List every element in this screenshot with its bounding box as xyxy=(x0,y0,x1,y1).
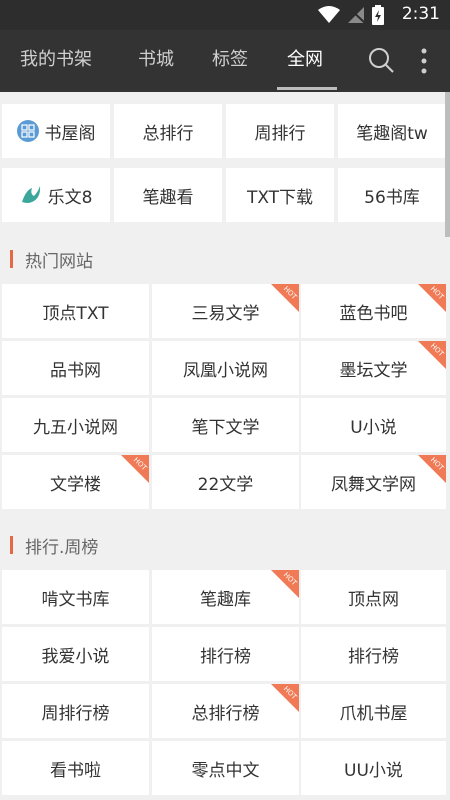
site-label: 顶点网 xyxy=(348,589,399,610)
tab-bookshelf[interactable]: 我的书架 xyxy=(20,30,92,92)
site-cell[interactable]: 排行榜 xyxy=(301,627,446,681)
site-cell[interactable]: 笔下文学 xyxy=(152,398,299,452)
site-label: 墨坛文学 xyxy=(339,360,408,381)
site-total-rank[interactable]: 总排行 xyxy=(114,104,222,158)
more-menu-icon[interactable] xyxy=(417,46,431,76)
site-shuwuge[interactable]: 书屋阁 xyxy=(2,104,110,158)
section-accent-bar xyxy=(10,250,13,268)
battery-charging-icon xyxy=(372,5,384,25)
hot-badge: HOT xyxy=(121,455,149,483)
site-cell[interactable]: 九五小说网 xyxy=(2,398,149,452)
site-cell[interactable]: 22文学 xyxy=(152,455,299,509)
status-icons xyxy=(318,5,384,25)
tab-tags[interactable]: 标签 xyxy=(212,30,248,92)
site-cell[interactable]: 品书网 xyxy=(2,341,149,395)
top-sites-grid: 书屋阁 总排行 周排行 笔趣阁tw 乐文8 笔趣看 TXT下载 56书库 xyxy=(0,102,446,232)
site-cell[interactable]: 爪机书屋 xyxy=(301,684,446,738)
section-accent-bar xyxy=(10,536,13,554)
site-label: 笔趣库 xyxy=(200,589,251,610)
hot-sites-grid: 顶点TXT 三易文学 HOT 蓝色书吧 HOT 品书网 凤凰小说网 墨坛文学 HOT 九五小说网笔… xyxy=(0,282,446,510)
hot-badge: HOT xyxy=(418,341,446,369)
site-cell[interactable]: 顶点TXT xyxy=(2,284,149,338)
site-cell[interactable]: 凤凰小说网 xyxy=(152,341,299,395)
site-label: 九五小说网 xyxy=(33,417,118,438)
rank-sites-grid: 啃文书库 笔趣库 HOT 顶点网我爱小说 排行榜 排行榜周排行榜 总排行榜 HOT 爪机书屋看书… xyxy=(0,568,446,800)
site-label: 凤舞文学网 xyxy=(331,474,416,495)
site-label: 排行榜 xyxy=(348,646,399,667)
hot-badge: HOT xyxy=(271,570,299,598)
site-cell[interactable]: U小说 xyxy=(301,398,446,452)
site-label: TXT下载 xyxy=(246,187,314,208)
site-label: 书屋阁 xyxy=(44,123,96,144)
search-icon[interactable] xyxy=(368,47,394,73)
site-56-shuku[interactable]: 56书库 xyxy=(338,168,446,222)
site-cell[interactable]: UU小说 xyxy=(301,741,446,795)
site-label: 笔趣阁tw xyxy=(356,123,428,144)
site-txt-download[interactable]: TXT下载 xyxy=(226,168,334,222)
site-label: 周排行榜 xyxy=(41,703,110,724)
site-label: 零点中文 xyxy=(191,760,260,781)
site-cell[interactable]: 我爱小说 xyxy=(2,627,149,681)
site-cell[interactable]: 三易文学 HOT xyxy=(152,284,299,338)
site-cell[interactable]: 笔趣库 HOT xyxy=(152,570,299,624)
site-label: 爪机书屋 xyxy=(339,703,408,724)
clock: 2:31 xyxy=(401,4,440,24)
site-biquge-tw[interactable]: 笔趣阁tw xyxy=(338,104,446,158)
tab-all-web[interactable]: 全网 xyxy=(287,30,323,92)
hot-badge: HOT xyxy=(418,455,446,483)
section-title: 热门网站 xyxy=(25,251,93,272)
site-label: 排行榜 xyxy=(200,646,251,667)
site-label: UU小说 xyxy=(344,760,403,781)
site-label: 22文学 xyxy=(197,474,254,495)
site-cell[interactable]: 蓝色书吧 HOT xyxy=(301,284,446,338)
site-label: 文学楼 xyxy=(50,474,101,495)
site-label: 啃文书库 xyxy=(41,589,110,610)
site-cell[interactable]: 墨坛文学 HOT xyxy=(301,341,446,395)
section-title: 排行.周榜 xyxy=(25,537,99,558)
site-label: 蓝色书吧 xyxy=(339,303,408,324)
site-label: U小说 xyxy=(350,417,397,438)
site-lewen8[interactable]: 乐文8 xyxy=(2,168,110,222)
grid-circle-icon xyxy=(16,120,39,142)
site-cell[interactable]: 顶点网 xyxy=(301,570,446,624)
hot-badge: HOT xyxy=(271,284,299,312)
app-bar: 我的书架 书城 标签 全网 xyxy=(0,30,450,92)
section-rank-weekly: 排行.周榜 xyxy=(0,520,446,570)
site-label: 乐文8 xyxy=(47,187,93,208)
site-cell[interactable]: 零点中文 xyxy=(152,741,299,795)
site-label: 笔趣看 xyxy=(142,187,194,208)
site-biqukan[interactable]: 笔趣看 xyxy=(114,168,222,222)
site-label: 56书库 xyxy=(364,187,420,208)
site-cell[interactable]: 看书啦 xyxy=(2,741,149,795)
site-label: 顶点TXT xyxy=(42,303,109,324)
scrollbar[interactable] xyxy=(445,92,450,237)
site-label: 我爱小说 xyxy=(41,646,110,667)
site-cell[interactable]: 凤舞文学网 HOT xyxy=(301,455,446,509)
site-label: 周排行 xyxy=(254,123,306,144)
content-area: 书屋阁 总排行 周排行 笔趣阁tw 乐文8 笔趣看 TXT下载 56书库 热门网 xyxy=(0,92,450,800)
wifi-icon xyxy=(318,6,340,23)
hot-badge: HOT xyxy=(271,684,299,712)
site-label: 三易文学 xyxy=(191,303,260,324)
tab-bookstore[interactable]: 书城 xyxy=(138,30,174,92)
site-label: 总排行 xyxy=(142,123,194,144)
no-signal-icon xyxy=(348,7,366,24)
site-cell[interactable]: 周排行榜 xyxy=(2,684,149,738)
site-cell[interactable]: 排行榜 xyxy=(152,627,299,681)
bird-icon xyxy=(21,186,40,203)
active-tab-indicator xyxy=(277,87,337,90)
site-label: 凤凰小说网 xyxy=(183,360,268,381)
site-label: 笔下文学 xyxy=(191,417,260,438)
site-weekly-rank[interactable]: 周排行 xyxy=(226,104,334,158)
hot-badge: HOT xyxy=(418,284,446,312)
site-cell[interactable]: 啃文书库 xyxy=(2,570,149,624)
site-label: 品书网 xyxy=(50,360,101,381)
site-label: 看书啦 xyxy=(50,760,101,781)
section-hot-sites: 热门网站 xyxy=(0,234,446,284)
site-cell[interactable]: 文学楼 HOT xyxy=(2,455,149,509)
site-cell[interactable]: 总排行榜 HOT xyxy=(152,684,299,738)
status-bar: 2:31 xyxy=(0,0,450,30)
site-label: 总排行榜 xyxy=(191,703,260,724)
